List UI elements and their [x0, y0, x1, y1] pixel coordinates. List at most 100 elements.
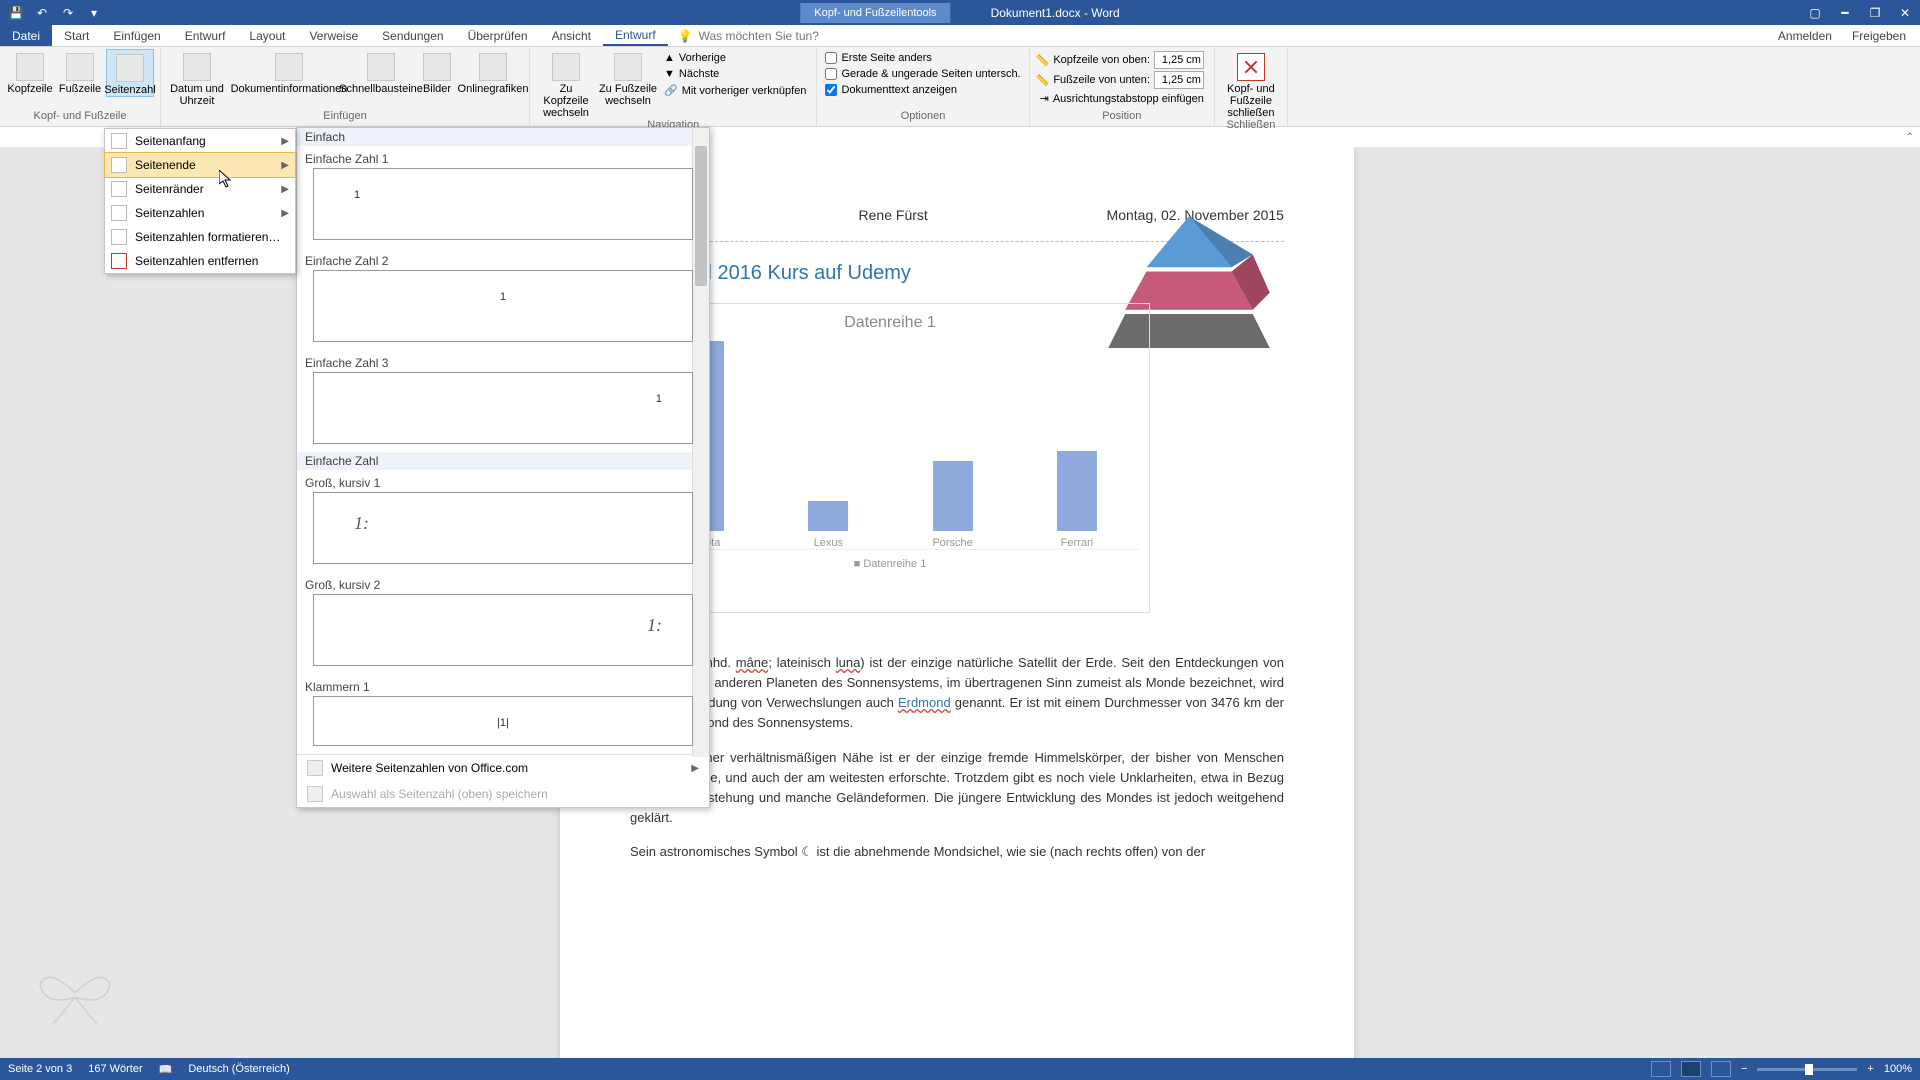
- tab-view[interactable]: Ansicht: [540, 25, 603, 46]
- show-document-text-checkbox[interactable]: Dokumenttext anzeigen: [823, 83, 1022, 97]
- zoom-slider-thumb[interactable]: [1805, 1064, 1813, 1075]
- zoom-out-button[interactable]: −: [1741, 1063, 1747, 1075]
- footer-from-bottom-field[interactable]: 📏Fußzeile von unten:: [1036, 71, 1208, 89]
- maximize-icon[interactable]: ❐: [1860, 0, 1890, 25]
- tab-home[interactable]: Start: [52, 25, 101, 46]
- goto-footer-icon: [614, 53, 642, 81]
- tab-review[interactable]: Überprüfen: [456, 25, 540, 46]
- gallery-item-big-italic-2[interactable]: Groß, kursiv 2 1:: [297, 572, 709, 674]
- chevron-right-icon: ▶: [281, 136, 289, 147]
- save-selection-icon: [307, 786, 323, 802]
- docinfo-button[interactable]: Dokumentinformationen: [229, 49, 349, 95]
- redo-icon[interactable]: ↷: [60, 5, 76, 21]
- gallery-item-simple-1[interactable]: Einfache Zahl 1 1: [297, 146, 709, 248]
- ribbon-display-icon[interactable]: ▢: [1800, 0, 1830, 25]
- close-window-icon[interactable]: ✕: [1890, 0, 1920, 25]
- print-layout-button[interactable]: [1681, 1061, 1701, 1077]
- quickparts-button[interactable]: Schnellbausteine: [351, 49, 411, 95]
- gallery-save-selection: Auswahl als Seitenzahl (oben) speichern: [297, 781, 709, 807]
- header-from-top-field[interactable]: 📏Kopfzeile von oben:: [1036, 51, 1208, 69]
- link-previous-button[interactable]: 🔗Mit vorheriger verknüpfen: [660, 83, 810, 98]
- page-number-icon: [116, 54, 144, 82]
- zoom-slider[interactable]: [1757, 1068, 1857, 1071]
- save-icon[interactable]: 💾: [8, 5, 24, 21]
- ruler-icon: 📏: [1036, 74, 1050, 87]
- page-number-icon: [111, 205, 127, 221]
- ruler-icon: 📏: [1036, 54, 1050, 67]
- document-title: Dokument1.docx - Word: [991, 6, 1120, 20]
- menu-remove-page-numbers[interactable]: Seitenzahlen entfernen: [105, 249, 295, 273]
- tab-hf-design[interactable]: Entwurf: [603, 25, 668, 46]
- tab-design[interactable]: Entwurf: [173, 25, 238, 46]
- proofing-icon[interactable]: 📖: [159, 1063, 173, 1076]
- sign-in-link[interactable]: Anmelden: [1778, 29, 1832, 43]
- scrollbar-thumb[interactable]: [695, 146, 707, 286]
- tab-layout[interactable]: Layout: [237, 25, 297, 46]
- share-button[interactable]: Freigeben: [1852, 29, 1906, 43]
- document-canvas[interactable]: t GMBH Rene Fürst Montag, 02. November 2…: [0, 147, 1920, 1058]
- web-layout-button[interactable]: [1711, 1061, 1731, 1077]
- status-word-count[interactable]: 167 Wörter: [88, 1063, 142, 1075]
- close-icon: [1237, 53, 1265, 81]
- tell-me-box[interactable]: 💡 Was möchten Sie tun?: [678, 25, 819, 46]
- read-mode-button[interactable]: [1651, 1061, 1671, 1077]
- chart-bar: [1057, 451, 1097, 531]
- group-header-footer-label: Kopf- und Fußzeile: [6, 110, 154, 124]
- insert-alignment-tab-button[interactable]: ⇥Ausrichtungstabstopp einfügen: [1036, 91, 1208, 106]
- page-number-menu: Seitenanfang▶ Seitenende▶ Seitenränder▶ …: [104, 128, 296, 274]
- group-options-label: Optionen: [823, 110, 1022, 124]
- page-top-icon: [111, 133, 127, 149]
- menu-format-page-numbers[interactable]: Seitenzahlen formatieren…: [105, 225, 295, 249]
- goto-footer-button[interactable]: Zu Fußzeile wechseln: [598, 49, 658, 107]
- online-pictures-button[interactable]: Onlinegrafiken: [463, 49, 523, 95]
- status-page[interactable]: Seite 2 von 3: [8, 1063, 72, 1075]
- page-margin-icon: [111, 181, 127, 197]
- zoom-level[interactable]: 100%: [1884, 1063, 1912, 1075]
- chart-title: Datenreihe 1: [641, 314, 1139, 332]
- footer-button[interactable]: Fußzeile: [56, 49, 104, 95]
- nav-previous-button[interactable]: ▲Vorherige: [660, 51, 810, 65]
- first-page-different-checkbox[interactable]: Erste Seite anders: [823, 51, 1022, 65]
- gallery-section-simple: Einfach: [297, 128, 709, 146]
- gallery-item-simple-2[interactable]: Einfache Zahl 2 1: [297, 248, 709, 350]
- zoom-in-button[interactable]: +: [1867, 1063, 1873, 1075]
- tab-mailings[interactable]: Sendungen: [370, 25, 455, 46]
- gallery-item-big-italic-1[interactable]: Groß, kursiv 1 1:: [297, 470, 709, 572]
- chart-label: Ferrari: [1061, 537, 1093, 549]
- header-button[interactable]: Kopfzeile: [6, 49, 54, 95]
- nav-next-button[interactable]: ▼Nächste: [660, 67, 810, 81]
- close-header-footer-button[interactable]: Kopf- und Fußzeile schließen: [1221, 49, 1281, 119]
- page-number-button[interactable]: Seitenzahl: [106, 49, 154, 97]
- status-language[interactable]: Deutsch (Österreich): [188, 1063, 289, 1075]
- undo-icon[interactable]: ↶: [34, 5, 50, 21]
- gallery-item-simple-3[interactable]: Einfache Zahl 3 1: [297, 350, 709, 452]
- chart-plot-area: Toyota Lexus Porsche Ferrari: [641, 340, 1139, 550]
- header-icon: [16, 53, 44, 81]
- tab-references[interactable]: Verweise: [297, 25, 370, 46]
- menu-page-numbers[interactable]: Seitenzahlen▶: [105, 201, 295, 225]
- gallery-item-brackets-1[interactable]: Klammern 1 |1|: [297, 674, 709, 754]
- menu-top-of-page[interactable]: Seitenanfang▶: [105, 129, 295, 153]
- goto-header-button[interactable]: Zu Kopfzeile wechseln: [536, 49, 596, 119]
- office-icon: [307, 760, 323, 776]
- gallery-more-office[interactable]: Weitere Seitenzahlen von Office.com▶: [297, 755, 709, 781]
- pictures-button[interactable]: Bilder: [413, 49, 461, 95]
- qat-customize-icon[interactable]: ▾: [86, 5, 102, 21]
- page-bottom-icon: [111, 157, 127, 173]
- menu-page-margins[interactable]: Seitenränder▶: [105, 177, 295, 201]
- gallery-scrollbar[interactable]: [692, 128, 709, 757]
- picture-icon: [423, 53, 451, 81]
- odd-even-different-checkbox[interactable]: Gerade & ungerade Seiten untersch.: [823, 67, 1022, 81]
- ribbon-tabs: Datei Start Einfügen Entwurf Layout Verw…: [0, 25, 1920, 47]
- tab-insert[interactable]: Einfügen: [101, 25, 172, 46]
- collapse-ribbon-icon[interactable]: ⌃: [1906, 132, 1914, 143]
- menu-bottom-of-page[interactable]: Seitenende▶: [104, 152, 296, 178]
- tab-icon: ⇥: [1040, 92, 1049, 105]
- status-bar: Seite 2 von 3 167 Wörter 📖 Deutsch (Öste…: [0, 1058, 1920, 1080]
- lightbulb-icon: 💡: [678, 29, 693, 43]
- datetime-button[interactable]: Datum und Uhrzeit: [167, 49, 227, 107]
- chevron-right-icon: ▶: [691, 763, 699, 774]
- chart-label: Porsche: [932, 537, 972, 549]
- minimize-icon[interactable]: ━: [1830, 0, 1860, 25]
- tab-file[interactable]: Datei: [0, 25, 52, 46]
